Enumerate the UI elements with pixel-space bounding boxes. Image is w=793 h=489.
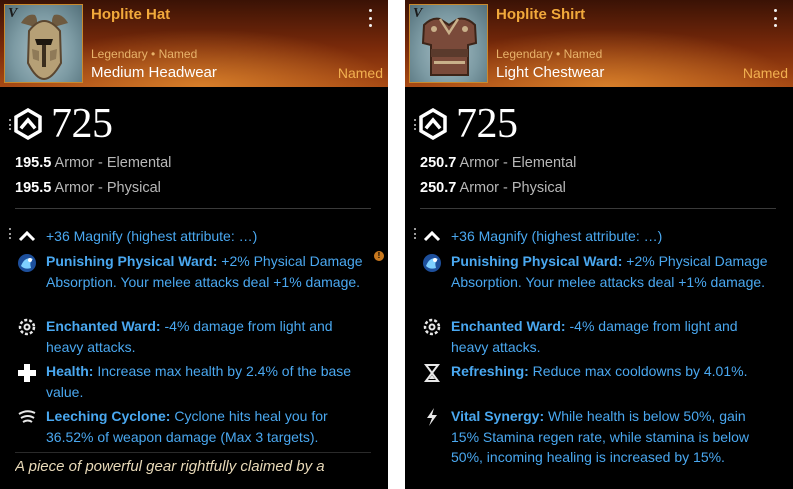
- blue-orb-icon: [18, 254, 36, 272]
- perk-enchanted-ward: Enchanted Ward: -4% damage from light an…: [46, 318, 333, 355]
- perk-vital-synergy: Vital Synergy: While health is below 50%…: [451, 408, 750, 465]
- gear-score-value: 725: [456, 101, 518, 147]
- perk-leeching-cyclone: Leeching Cyclone: Cyclone hits heal you …: [46, 408, 328, 445]
- cyclone-icon: [18, 410, 36, 423]
- hourglass-icon: [424, 364, 440, 382]
- item-tooltip-hoplite-shirt: V Hoplite Shirt Legendary • Named Light …: [405, 0, 793, 489]
- perk-enchanted-ward: Enchanted Ward: -4% damage from light an…: [451, 318, 738, 355]
- rarity-label: Legendary • Named: [91, 47, 198, 61]
- gear-score-shield-icon: [14, 108, 42, 140]
- health-cross-icon: [18, 364, 36, 382]
- chevron-up-icon: [423, 230, 441, 242]
- perk-punishing-physical-ward: Punishing Physical Ward: +2% Physical Da…: [46, 253, 363, 290]
- drag-handle-icon[interactable]: [413, 119, 417, 130]
- item-tooltip-hoplite-hat: V Hoplite Hat Legendary • Named Medium H…: [0, 0, 388, 489]
- tier-numeral: V: [8, 6, 18, 21]
- gear-score: 725: [419, 100, 518, 148]
- perk-refreshing: Refreshing: Reduce max cooldowns by 4.01…: [451, 363, 748, 379]
- gear-burst-icon: [423, 318, 441, 336]
- item-slot: Medium Headwear: [91, 64, 217, 81]
- named-badge: Named: [337, 65, 383, 81]
- stat-armor-physical: 250.7 Armor - Physical: [420, 180, 566, 196]
- item-thumbnail: V: [4, 4, 83, 83]
- drag-handle-icon[interactable]: [8, 119, 12, 130]
- drag-handle-icon[interactable]: [8, 228, 12, 239]
- item-thumbnail: V: [409, 4, 488, 83]
- gear-burst-icon: [18, 318, 36, 336]
- gear-score-value: 725: [51, 101, 113, 147]
- perk-punishing-physical-ward: Punishing Physical Ward: +2% Physical Da…: [451, 253, 768, 290]
- tooltip-header: V Hoplite Hat Legendary • Named Medium H…: [0, 0, 388, 87]
- tooltip-header: V Hoplite Shirt Legendary • Named Light …: [405, 0, 793, 87]
- perk-magnify: +36 Magnify (highest attribute: …): [451, 228, 663, 244]
- divider: [15, 208, 371, 209]
- blue-orb-icon: [423, 254, 441, 272]
- more-options-icon[interactable]: [366, 9, 374, 27]
- stat-armor-elemental: 250.7 Armor - Elemental: [420, 155, 577, 171]
- divider: [420, 208, 776, 209]
- gear-score-shield-icon: [419, 108, 447, 140]
- drag-handle-icon[interactable]: [413, 228, 417, 239]
- info-icon[interactable]: !: [374, 251, 384, 261]
- perk-magnify: +36 Magnify (highest attribute: …): [46, 228, 258, 244]
- rarity-label: Legendary • Named: [496, 47, 603, 61]
- lightning-icon: [427, 408, 437, 426]
- lore-text: A piece of powerful gear rightfully clai…: [15, 458, 325, 475]
- more-options-icon[interactable]: [771, 9, 779, 27]
- chevron-up-icon: [18, 230, 36, 242]
- named-badge: Named: [742, 65, 788, 81]
- item-name: Hoplite Shirt: [496, 6, 586, 23]
- stat-armor-elemental: 195.5 Armor - Elemental: [15, 155, 172, 171]
- divider: [15, 452, 371, 453]
- item-name: Hoplite Hat: [91, 6, 171, 23]
- gear-score: 725: [14, 100, 113, 148]
- item-slot: Light Chestwear: [496, 64, 605, 81]
- stat-armor-physical: 195.5 Armor - Physical: [15, 180, 161, 196]
- tier-numeral: V: [413, 6, 423, 21]
- perk-health: Health: Increase max health by 2.4% of t…: [46, 363, 352, 400]
